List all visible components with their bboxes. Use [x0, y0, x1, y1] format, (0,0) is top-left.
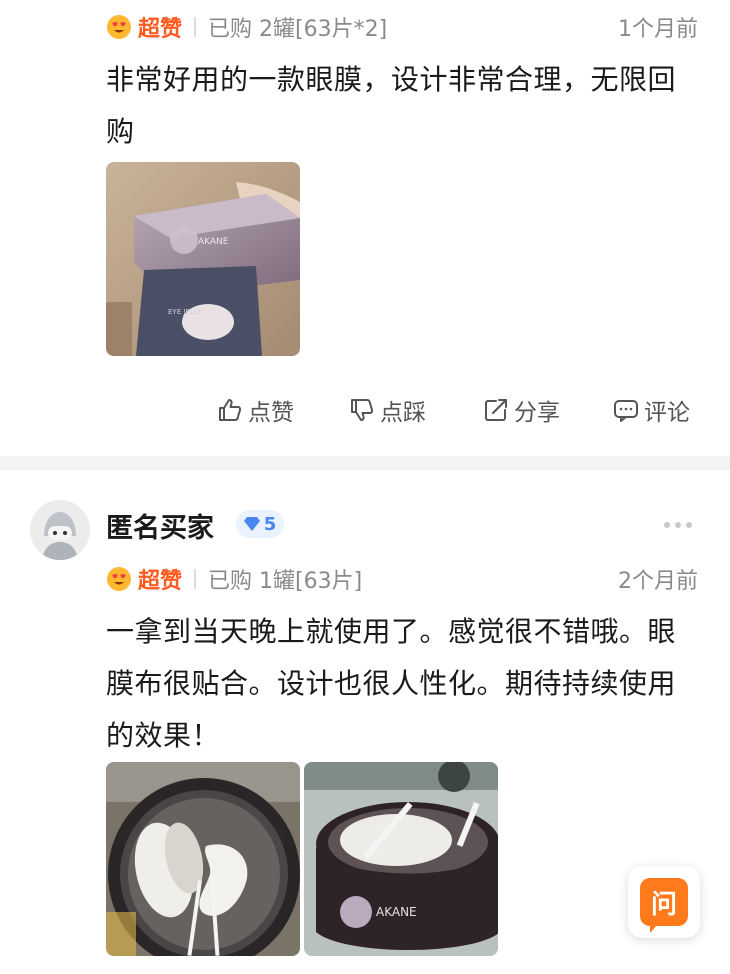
review-text-line: 的效果！: [106, 719, 221, 752]
review-text-line: 一拿到当天晚上就使用了。感觉很不错哦。眼: [106, 615, 677, 648]
brand-text: AKANE: [198, 237, 229, 247]
review-text: 非常好用的一款眼膜，设计非常合理，无限回 购: [106, 54, 706, 158]
level-badge: 5: [236, 510, 284, 538]
ask-question-icon: 问: [640, 878, 688, 933]
comment-icon: [614, 400, 638, 422]
divider: [194, 17, 197, 37]
username[interactable]: 匿名买家: [106, 506, 214, 545]
divider: [194, 569, 197, 589]
review-time: 2个月前: [618, 569, 698, 594]
review-text: 一拿到当天晚上就使用了。感觉很不错哦。眼 膜布很贴合。设计也很人性化。期待持续使…: [106, 606, 706, 762]
rating-row: 超赞 已购 1罐[63片] 2个月前: [106, 562, 706, 596]
eye-pads-jar-photo: AKANE: [304, 762, 498, 956]
rating-label: 超赞: [138, 569, 183, 594]
eye-pads-jar-photo: [106, 762, 300, 956]
ask-question-button[interactable]: 问: [628, 866, 700, 938]
share-label: 分享: [514, 400, 560, 426]
rating-row: 超赞 已购 2罐[63片*2] 1个月前: [106, 10, 706, 44]
level-value: 5: [263, 513, 277, 535]
like-button[interactable]: 点赞: [216, 392, 294, 428]
purchase-info: 已购 2罐[63片*2]: [208, 17, 388, 42]
thumbs-down-icon: [351, 399, 374, 421]
heart-eyes-emoji-icon: [107, 15, 131, 39]
dislike-label: 点踩: [380, 400, 426, 426]
review-text-line: 非常好用的一款眼膜，设计非常合理，无限回: [106, 63, 677, 96]
review-photo[interactable]: AKANE EYE JELLY: [106, 162, 300, 356]
review-time: 1个月前: [618, 17, 698, 42]
heart-eyes-emoji-icon: [107, 567, 131, 591]
product-box-photo: AKANE EYE JELLY: [106, 162, 300, 356]
purchase-info: 已购 1罐[63片]: [208, 569, 363, 594]
avatar[interactable]: [30, 500, 90, 560]
review-photo[interactable]: AKANE: [304, 762, 498, 956]
review-text-line: 膜布很贴合。设计也很人性化。期待持续使用: [106, 667, 677, 700]
brand-text: AKANE: [376, 905, 417, 919]
section-divider: [0, 456, 730, 470]
share-icon: [485, 399, 507, 421]
thumbs-up-icon: [219, 399, 242, 421]
dislike-button[interactable]: 点踩: [348, 392, 426, 428]
review-card: 匿名买家 5 超赞 已购 1罐[63片] 2个月前 一拿到当天晚上就使用了。感觉…: [0, 470, 730, 974]
like-label: 点赞: [248, 400, 294, 426]
ask-label: 问: [650, 889, 677, 920]
comment-label: 评论: [644, 400, 690, 426]
diamond-icon: [243, 517, 260, 531]
review-text-line: 购: [106, 115, 135, 148]
pouch-text: EYE JELLY: [168, 308, 202, 316]
comment-button[interactable]: 评论: [612, 392, 690, 428]
rating-label: 超赞: [138, 17, 183, 42]
action-bar: 点赞 点踩 分享 评论: [0, 392, 730, 428]
anonymous-avatar-icon: [30, 500, 90, 560]
share-button[interactable]: 分享: [482, 392, 560, 428]
review-card: 超赞 已购 2罐[63片*2] 1个月前 非常好用的一款眼膜，设计非常合理，无限…: [0, 0, 730, 456]
review-photo[interactable]: [106, 762, 300, 956]
more-options-icon[interactable]: [664, 522, 692, 528]
